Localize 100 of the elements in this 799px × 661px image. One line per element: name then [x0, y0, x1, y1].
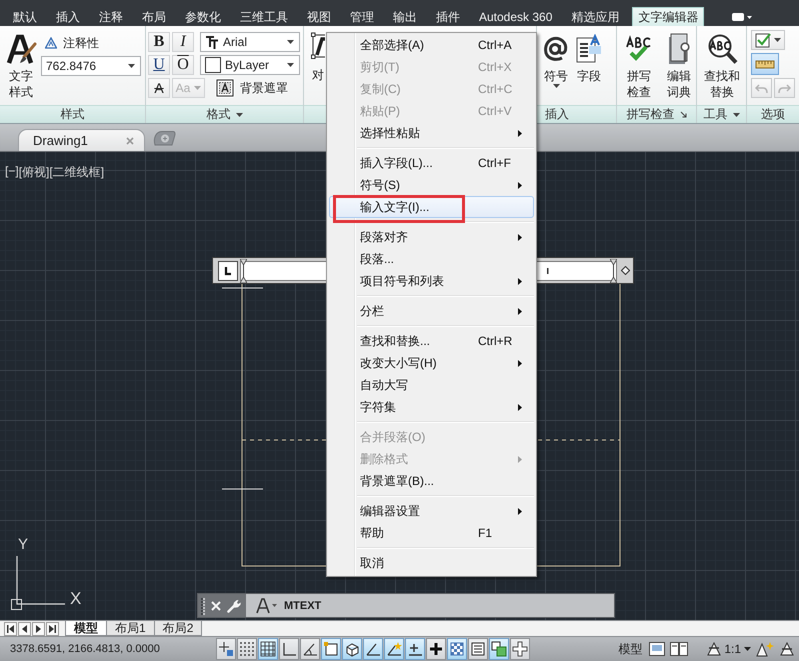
overline-button[interactable]: O [172, 55, 194, 75]
status-toggle-button[interactable] [216, 638, 236, 660]
menu-item[interactable]: 背景遮罩(B)... [329, 470, 534, 492]
ribbon-tab[interactable]: 输出 [387, 7, 423, 26]
status-toggle-button[interactable] [321, 638, 341, 660]
indent-marker-icon[interactable] [240, 258, 247, 282]
panel-title[interactable]: 拼写检查 [617, 105, 696, 123]
command-line-field[interactable]: MTEXT [246, 594, 614, 617]
background-mask-button[interactable]: 背景遮罩 [216, 78, 288, 98]
menu-item[interactable]: 输入文字(I)... [329, 196, 534, 218]
panel-title[interactable]: 工具 [697, 105, 746, 123]
menu-item[interactable]: 符号(S) [329, 174, 534, 196]
viewport-control[interactable]: [−] [5, 164, 19, 181]
menu-item[interactable]: 分栏 [329, 300, 534, 322]
ribbon-tab[interactable]: 插入 [50, 7, 86, 26]
edit-dictionary-button[interactable]: 编辑词典 [661, 32, 697, 105]
annotative-button[interactable]: 注释性 [41, 34, 141, 52]
menu-item[interactable]: 取消 [329, 552, 534, 574]
sparkle-triangle-icon[interactable] [756, 641, 774, 657]
check-dropdown-button[interactable] [751, 30, 785, 50]
grip-icon[interactable] [201, 596, 205, 614]
status-toggle-button[interactable] [363, 638, 383, 660]
status-toggle-button[interactable] [300, 638, 320, 660]
menu-item[interactable]: 插入字段(L)... Ctrl+F [329, 152, 534, 174]
menu-item[interactable]: 选择性粘贴 [329, 122, 534, 144]
new-tab-icon[interactable] [152, 130, 176, 146]
ribbon-tab[interactable]: 默认 [7, 7, 43, 26]
previous-icon[interactable] [18, 622, 31, 636]
indent-marker-icon[interactable] [610, 258, 617, 282]
color-dropdown[interactable]: ByLayer [200, 55, 300, 75]
font-dropdown[interactable]: Arial [200, 32, 300, 52]
ribbon-tab[interactable]: 参数化 [179, 7, 227, 26]
menu-item[interactable]: 段落对齐 [329, 226, 534, 248]
ribbon-tab[interactable]: 文字编辑器 [632, 7, 704, 26]
status-toggle-button[interactable] [489, 638, 509, 660]
layout-tab[interactable]: 布局1 [106, 621, 155, 636]
status-toggle-button[interactable] [384, 638, 404, 660]
viewport-control[interactable]: [俯视] [18, 164, 50, 181]
ribbon-tab[interactable]: Autodesk 360 [473, 7, 558, 26]
ribbon-tab[interactable]: 精选应用 [565, 7, 626, 26]
first-icon[interactable] [4, 622, 17, 636]
status-toggle-button[interactable] [405, 638, 425, 660]
menu-item[interactable]: 项目符号和列表 [329, 270, 534, 292]
ribbon-tab[interactable]: 三维工具 [234, 7, 294, 26]
text-height-field[interactable]: 762.8476 [41, 56, 141, 76]
italic-button[interactable]: I [172, 32, 194, 52]
ribbon-tab[interactable]: 管理 [344, 7, 380, 26]
split-view-icon[interactable] [670, 642, 688, 656]
spell-check-button[interactable]: 拼写检查 [621, 32, 657, 105]
status-toggle-button[interactable] [342, 638, 362, 660]
dot-grid-icon [239, 641, 255, 657]
dialog-launcher-icon[interactable] [680, 111, 686, 118]
status-toggle-button[interactable] [468, 638, 488, 660]
layout-view-icon[interactable] [649, 642, 666, 656]
grid-icon [260, 641, 276, 657]
ribbon-toggle-icon[interactable] [731, 12, 754, 22]
status-toggle-button[interactable] [447, 638, 467, 660]
menu-item[interactable]: 自动大写 [329, 374, 534, 396]
document-icon [575, 34, 603, 64]
next-icon[interactable] [32, 622, 45, 636]
menu-item[interactable]: 字符集 [329, 396, 534, 418]
find-replace-button[interactable]: 查找和替换 [700, 32, 744, 105]
status-toggle-button[interactable] [426, 638, 446, 660]
status-toggle-button[interactable] [258, 638, 278, 660]
tab-stop-icon[interactable] [218, 260, 238, 280]
status-toggle-button[interactable] [237, 638, 257, 660]
strikethrough-button[interactable]: A [148, 78, 170, 98]
status-toggle-button[interactable] [510, 638, 530, 660]
triangle-icon[interactable] [779, 641, 795, 657]
annotation-scale-button[interactable]: 1:1 [707, 642, 751, 656]
underline-button[interactable]: U [148, 55, 170, 75]
ribbon-tab[interactable]: 插件 [430, 7, 466, 26]
angle-icon [365, 641, 381, 657]
shortcut-text: Ctrl+F [478, 156, 512, 170]
bold-button[interactable]: B [148, 32, 170, 52]
menu-item[interactable]: 查找和替换... Ctrl+R [329, 330, 534, 352]
menu-item[interactable]: 帮助 F1 [329, 522, 534, 544]
last-icon[interactable] [46, 622, 59, 636]
layout-tab[interactable]: 布局2 [154, 621, 202, 636]
ribbon-tab[interactable]: 注释 [93, 7, 129, 26]
field-button[interactable]: 字段 [575, 32, 603, 105]
model-space-button[interactable]: 模型 [616, 640, 644, 658]
text-style-button[interactable]: 文字样式 [5, 32, 37, 105]
viewport-control[interactable]: [二维线框] [49, 164, 104, 181]
wrench-icon[interactable] [227, 598, 241, 612]
caret-icon [744, 647, 751, 651]
panel-title[interactable]: 格式 [146, 105, 303, 123]
ruler-button[interactable] [751, 53, 779, 75]
layout-tab[interactable]: 模型 [65, 621, 107, 636]
menu-item[interactable]: 全部选择(A) Ctrl+A [329, 34, 534, 56]
menu-item[interactable]: 改变大小写(H) [329, 352, 534, 374]
short-guide-line [222, 488, 264, 490]
ribbon-tab[interactable]: 布局 [136, 7, 172, 26]
menu-item[interactable]: 段落... [329, 248, 534, 270]
menu-item[interactable]: 编辑器设置 [329, 500, 534, 522]
status-toggle-button[interactable] [279, 638, 299, 660]
file-tab[interactable]: Drawing1 [18, 129, 145, 151]
ribbon-tab[interactable]: 视图 [301, 7, 337, 26]
resize-handle-icon[interactable] [621, 266, 630, 275]
symbol-button[interactable]: 符号 [543, 32, 569, 105]
